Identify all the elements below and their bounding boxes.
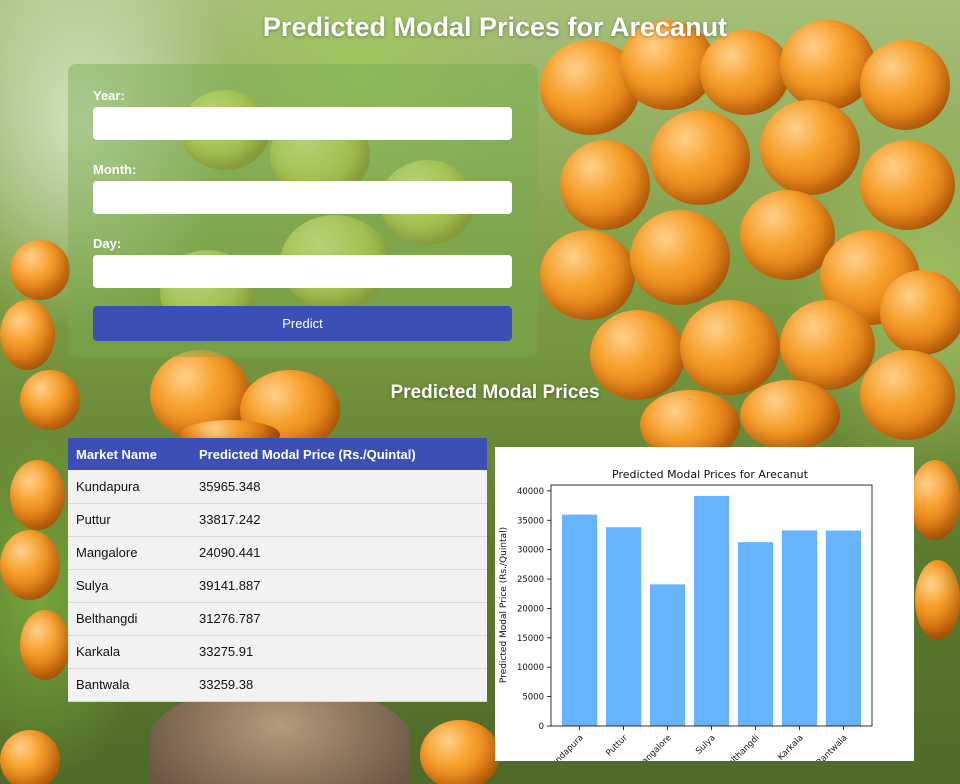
market-name-cell: Sulya xyxy=(68,569,191,603)
table-row: Bantwala 33259.38 xyxy=(68,668,487,702)
day-input[interactable] xyxy=(93,255,512,288)
year-label: Year: xyxy=(93,88,125,103)
table-row: Puttur 33817.242 xyxy=(68,503,487,537)
column-header-price: Predicted Modal Price (Rs./Quintal) xyxy=(191,438,487,470)
table-header-row: Market Name Predicted Modal Price (Rs./Q… xyxy=(68,438,487,470)
chart-y-axis-label: Predicted Modal Price (Rs./Quintal) xyxy=(499,527,509,683)
bar-sulya xyxy=(693,495,730,726)
bar-karkala xyxy=(781,530,818,726)
table-row: Karkala 33275.91 xyxy=(68,635,487,669)
price-cell: 24090.441 xyxy=(191,536,487,570)
price-cell: 33275.91 xyxy=(191,635,487,669)
prediction-form: Year: Month: Day: Predict xyxy=(68,64,538,357)
price-cell: 39141.887 xyxy=(191,569,487,603)
market-name-cell: Bantwala xyxy=(68,668,191,702)
x-tick-label: Karkala xyxy=(776,733,805,761)
y-tick-label: 0 xyxy=(539,722,544,732)
x-tick-label: Sulya xyxy=(694,733,718,757)
y-tick-label: 35000 xyxy=(517,516,544,526)
y-tick-label: 15000 xyxy=(517,634,544,644)
market-name-cell: Mangalore xyxy=(68,536,191,570)
price-cell: 31276.787 xyxy=(191,602,487,636)
bar-kundapura xyxy=(561,514,598,726)
market-name-cell: Belthangdi xyxy=(68,602,191,636)
y-tick-label: 10000 xyxy=(517,663,544,673)
month-label: Month: xyxy=(93,162,137,177)
table-row: Sulya 39141.887 xyxy=(68,569,487,603)
results-heading: Predicted Modal Prices xyxy=(390,382,600,403)
table-row: Mangalore 24090.441 xyxy=(68,536,487,570)
column-header-market: Market Name xyxy=(68,438,191,470)
bar-belthangdi xyxy=(737,542,774,726)
x-tick-label: Belthangdi xyxy=(722,733,762,761)
price-chart: Predicted Modal Prices for Arecanut Pred… xyxy=(495,447,914,761)
price-cell: 33817.242 xyxy=(191,503,487,537)
day-label: Day: xyxy=(93,236,122,251)
y-tick-label: 40000 xyxy=(517,487,544,497)
y-tick-label: 5000 xyxy=(522,693,544,703)
results-table: Market Name Predicted Modal Price (Rs./Q… xyxy=(68,438,487,702)
year-input[interactable] xyxy=(93,107,512,140)
predict-button[interactable]: Predict xyxy=(93,306,512,341)
x-tick-label: Bantwala xyxy=(815,733,850,761)
market-name-cell: Karkala xyxy=(68,635,191,669)
month-input[interactable] xyxy=(93,181,512,214)
table-row: Kundapura 35965.348 xyxy=(68,470,487,504)
x-tick-label: Puttur xyxy=(604,733,630,759)
x-tick-label: Mangalore xyxy=(635,733,674,761)
bar-chart-svg: Predicted Modal Prices for Arecanut Pred… xyxy=(499,468,873,761)
table-row: Belthangdi 31276.787 xyxy=(68,602,487,636)
x-tick-label: Kundapura xyxy=(546,733,586,761)
y-tick-label: 30000 xyxy=(517,546,544,556)
market-name-cell: Kundapura xyxy=(68,470,191,504)
bar-puttur xyxy=(605,527,642,726)
y-tick-label: 20000 xyxy=(517,604,544,614)
price-cell: 35965.348 xyxy=(191,470,487,504)
page-title: Predicted Modal Prices for Arecanut xyxy=(262,12,728,42)
bar-mangalore xyxy=(649,584,686,726)
price-cell: 33259.38 xyxy=(191,668,487,702)
market-name-cell: Puttur xyxy=(68,503,191,537)
chart-title: Predicted Modal Prices for Arecanut xyxy=(612,468,809,481)
bar-bantwala xyxy=(825,530,862,726)
y-tick-label: 25000 xyxy=(517,575,544,585)
chart-marks: 0 5000 10000 15000 20000 25000 30000 35000 40000… xyxy=(517,487,862,761)
